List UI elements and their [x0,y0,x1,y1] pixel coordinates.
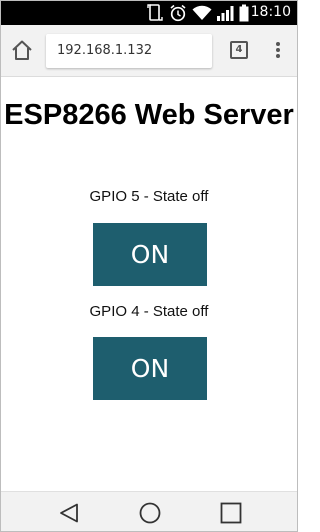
status-time: 18:10 [250,4,291,20]
alarm-icon [169,4,187,27]
overflow-menu-icon[interactable] [272,40,284,62]
gpio5-state-label: GPIO 5 - State off [89,188,209,205]
url-bar[interactable]: 192.168.1.132 [46,34,212,68]
signal-icon [216,4,236,27]
gpio4-on-button[interactable]: ON [93,337,207,400]
recents-icon[interactable] [220,502,242,529]
tab-switcher-button[interactable]: 4 [230,41,248,59]
back-icon[interactable] [58,502,80,529]
page-title: ESP8266 Web Server [4,99,294,131]
home-button[interactable] [10,39,36,63]
home-icon[interactable] [138,502,162,529]
screenshot-icon [147,4,163,27]
url-text: 192.168.1.132 [57,43,153,58]
gpio5-on-button[interactable]: ON [93,223,207,286]
status-bar: 18:10 [1,1,297,25]
navigation-bar [1,491,297,531]
wifi-icon [192,4,212,27]
phone-screen: 18:10 192.168.1.132 4 ESP8266 Web Server… [0,0,298,532]
battery-icon [239,4,249,27]
gpio4-state-label: GPIO 4 - State off [89,303,209,320]
browser-toolbar: 192.168.1.132 4 [1,25,297,77]
home-icon [12,40,32,60]
